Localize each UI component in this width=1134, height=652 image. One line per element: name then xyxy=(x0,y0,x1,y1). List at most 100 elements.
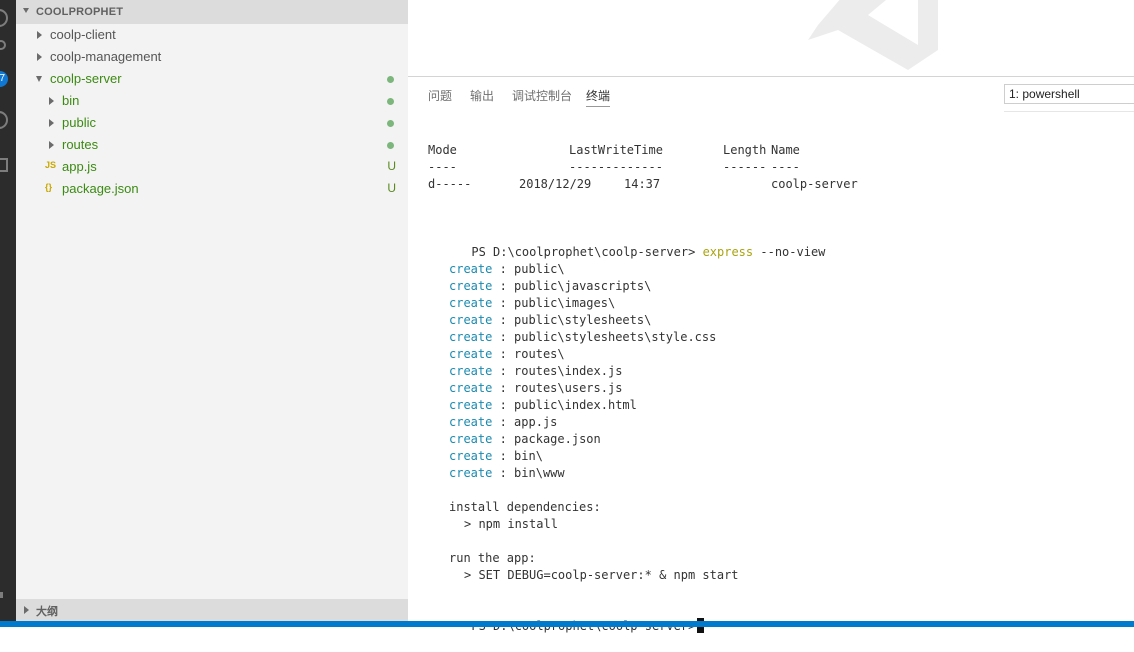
git-untracked-status: U xyxy=(387,159,396,173)
terminal-dash: ------ xyxy=(723,160,767,174)
terminal-create-keyword: create xyxy=(449,364,493,378)
panel-toolbar-divider xyxy=(1004,111,1134,112)
terminal-create-line: create : package.json xyxy=(449,432,601,446)
terminal-create-path: public\images\ xyxy=(514,296,616,310)
status-bar xyxy=(0,621,1134,627)
terminal-create-line: create : public\stylesheets\ xyxy=(449,313,652,327)
git-modified-dot xyxy=(387,142,394,149)
terminal-create-keyword: create xyxy=(449,466,493,480)
terminal-create-keyword: create xyxy=(449,415,493,429)
tree-item-label: coolp-client xyxy=(50,27,116,42)
terminal-create-line: create : public\javascripts\ xyxy=(449,279,652,293)
terminal-run-label: run the app: xyxy=(449,551,536,565)
tree-item-label: coolp-management xyxy=(50,49,162,64)
activity-bar: 7 xyxy=(0,0,16,627)
tree-item-bin[interactable]: bin xyxy=(16,90,408,112)
git-modified-dot xyxy=(387,76,394,83)
terminal-create-keyword: create xyxy=(449,330,493,344)
terminal-command-args: --no-view xyxy=(760,245,826,259)
chevron-down-icon xyxy=(36,76,42,82)
manage-icon[interactable] xyxy=(0,592,3,598)
tab-output[interactable]: 输出 xyxy=(470,87,494,104)
chevron-right-icon xyxy=(49,141,54,149)
chevron-down-icon xyxy=(23,8,29,13)
terminal-col-mode: Mode xyxy=(428,143,457,157)
source-control-icon[interactable] xyxy=(0,40,6,50)
terminal-create-line: create : routes\ xyxy=(449,347,565,361)
vscode-watermark-icon xyxy=(808,0,938,70)
terminal-create-line: create : bin\ xyxy=(449,449,543,463)
outline-section-header[interactable]: 大纲 xyxy=(16,599,408,621)
terminal-create-keyword: create xyxy=(449,262,493,276)
terminal-create-path: bin\www xyxy=(514,466,565,480)
terminal-create-keyword: create xyxy=(449,296,493,310)
terminal-create-line: create : bin\www xyxy=(449,466,565,480)
terminal-dash: ---- xyxy=(428,160,457,174)
terminal-create-line: create : public\stylesheets\style.css xyxy=(449,330,717,344)
tree-item-coolp-server[interactable]: coolp-server xyxy=(16,68,408,90)
tab-debug-console[interactable]: 调试控制台 xyxy=(512,87,572,104)
terminal-col-lastwritetime: LastWriteTime xyxy=(569,143,663,157)
terminal-col-length: Length xyxy=(723,143,767,157)
terminal-create-line: create : routes\users.js xyxy=(449,381,623,395)
terminal-create-keyword: create xyxy=(449,347,493,361)
git-untracked-status: U xyxy=(387,181,396,195)
terminal-selector-dropdown[interactable]: 1: powershell xyxy=(1004,84,1134,104)
tree-item-label: bin xyxy=(62,93,80,108)
terminal-create-line: create : public\index.html xyxy=(449,398,637,412)
terminal-create-keyword: create xyxy=(449,449,493,463)
terminal-create-path: routes\ xyxy=(514,347,565,361)
chevron-right-icon xyxy=(37,31,42,39)
terminal-command-line: PS D:\coolprophet\coolp-server> express … xyxy=(428,227,825,259)
git-modified-dot xyxy=(387,120,394,127)
terminal-run-cmd: > SET DEBUG=coolp-server:* & npm start xyxy=(464,568,739,582)
tab-terminal[interactable]: 终端 xyxy=(586,87,610,104)
terminal-create-keyword: create xyxy=(449,313,493,327)
terminal-create-line: create : routes\index.js xyxy=(449,364,623,378)
terminal-create-line: create : app.js xyxy=(449,415,558,429)
terminal-create-path: public\javascripts\ xyxy=(514,279,652,293)
tree-item-package-json[interactable]: {} package.json U xyxy=(16,178,408,200)
terminal-dir-mode: d----- xyxy=(428,177,472,191)
terminal-create-path: public\index.html xyxy=(514,398,637,412)
terminal-dir-name: coolp-server xyxy=(771,177,858,191)
debug-icon[interactable] xyxy=(0,111,8,129)
terminal-create-line: create : public\ xyxy=(449,262,565,276)
tree-item-coolp-management[interactable]: coolp-management xyxy=(16,46,408,68)
tree-item-label: coolp-server xyxy=(50,71,122,86)
tree-item-label: public xyxy=(62,115,96,130)
tree-item-label: app.js xyxy=(62,159,97,174)
chevron-right-icon xyxy=(49,97,54,105)
explorer-section-header[interactable]: COOLPROPHET xyxy=(16,0,408,24)
git-modified-dot xyxy=(387,98,394,105)
source-control-badge: 7 xyxy=(0,71,8,87)
terminal-active-prompt: PS D:\coolprophet\coolp-server> xyxy=(428,601,705,633)
editor-area xyxy=(408,0,1134,76)
terminal-create-keyword: create xyxy=(449,279,493,293)
workspace-title: COOLPROPHET xyxy=(36,6,124,18)
search-icon[interactable] xyxy=(0,9,8,27)
tab-problems[interactable]: 问题 xyxy=(428,87,452,104)
terminal-create-line: create : public\images\ xyxy=(449,296,616,310)
extensions-icon[interactable] xyxy=(0,158,8,172)
tree-item-coolp-client[interactable]: coolp-client xyxy=(16,24,408,46)
js-file-icon: JS xyxy=(45,160,57,170)
explorer-sidebar: COOLPROPHET coolp-client coolp-managemen… xyxy=(16,0,408,627)
tree-item-routes[interactable]: routes xyxy=(16,134,408,156)
terminal-create-path: public\ xyxy=(514,262,565,276)
terminal-create-path: bin\ xyxy=(514,449,543,463)
terminal-create-path: package.json xyxy=(514,432,601,446)
bottom-panel: 问题 输出 调试控制台 终端 1: powershell Mode LastWr… xyxy=(408,77,1134,633)
terminal-create-path: app.js xyxy=(514,415,558,429)
tree-item-label: routes xyxy=(62,137,99,152)
active-tab-indicator xyxy=(586,106,610,107)
terminal-create-path: routes\users.js xyxy=(514,381,623,395)
terminal-dash: ------------- xyxy=(569,160,663,174)
tree-item-app-js[interactable]: JS app.js U xyxy=(16,156,408,178)
terminal-dash: ---- xyxy=(771,160,800,174)
terminal-col-name: Name xyxy=(771,143,800,157)
terminal-create-keyword: create xyxy=(449,381,493,395)
tree-item-public[interactable]: public xyxy=(16,112,408,134)
terminal-dir-date: 2018/12/29 xyxy=(519,177,592,191)
terminal-create-path: public\stylesheets\style.css xyxy=(514,330,717,344)
